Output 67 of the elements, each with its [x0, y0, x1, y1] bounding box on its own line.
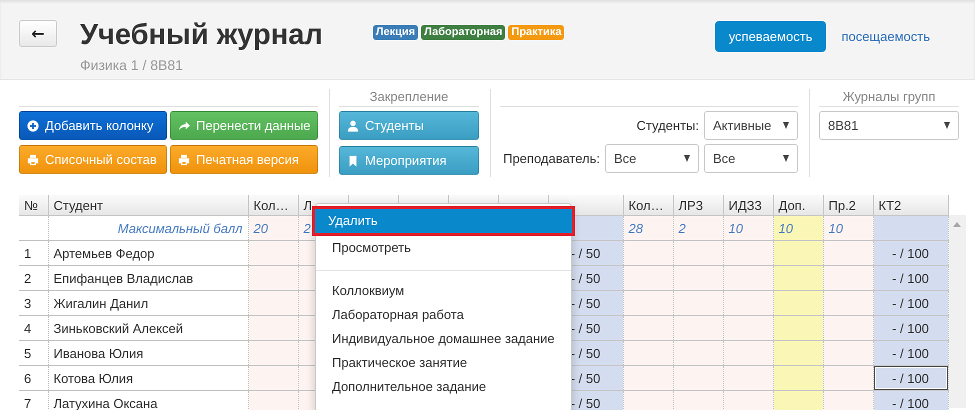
menu-item[interactable]: Практическое занятие — [316, 351, 571, 375]
group-title: Закрепление — [370, 89, 448, 104]
row-number: 5 — [24, 346, 32, 360]
select-field[interactable]: Все — [605, 144, 699, 173]
max-score-value: 20 — [254, 220, 268, 236]
share-arrow-icon — [178, 120, 190, 132]
row-number: 2 — [24, 270, 32, 286]
grade-cell[interactable]: - / 100 — [873, 390, 948, 410]
student-name: Котова Юлия — [54, 370, 134, 386]
caret-icon — [944, 122, 950, 129]
scrollbar[interactable] — [948, 215, 966, 408]
grade-cell[interactable]: - / 100 — [873, 240, 948, 266]
filter-label: Преподаватель: — [503, 151, 600, 166]
select-field[interactable]: Активные — [704, 111, 798, 140]
printer-icon — [178, 154, 190, 166]
page-subtitle: Физика 1 / 8В81 — [80, 57, 184, 73]
scroll-up-icon[interactable] — [953, 222, 961, 227]
student-name: Латухина Оксана — [54, 396, 158, 410]
menu-item[interactable]: Дополнительное задание — [316, 375, 571, 399]
caret-icon — [684, 155, 690, 162]
menu-item[interactable]: Лабораторная работа — [316, 303, 571, 327]
group-title: Журналы групп — [842, 89, 936, 104]
select-field[interactable]: Все — [704, 144, 798, 173]
max-score-label: Максимальный балл — [118, 220, 242, 236]
caret-icon — [783, 155, 789, 162]
focused-cell[interactable]: - / 100 — [873, 366, 948, 390]
legend-tag: Лабораторная — [421, 25, 506, 40]
menu-item[interactable]: Коллоквиум — [316, 279, 571, 303]
legend-tag: Лекция — [372, 25, 418, 40]
caret-icon — [783, 122, 789, 129]
student-name: Жигалин Данил — [54, 296, 148, 310]
max-score-value: 2 — [304, 220, 311, 236]
menu-item[interactable]: Удалить — [315, 209, 572, 233]
bookmark-icon — [347, 154, 359, 166]
column-header[interactable]: Студент — [54, 198, 104, 212]
row-number: 3 — [24, 296, 32, 310]
nav-tab[interactable]: посещаемость — [827, 21, 944, 52]
max-score-value: 10 — [778, 220, 793, 236]
student-name: Артемьев Федор — [54, 246, 154, 260]
plus-circle-icon — [27, 120, 39, 132]
student-name: Иванова Юлия — [54, 346, 144, 360]
student-name: Епифанцев Владислав — [54, 270, 194, 286]
legend-tag: Практика — [508, 25, 564, 40]
filter-label: Студенты: — [636, 118, 699, 133]
max-score-value: 10 — [728, 220, 743, 236]
max-score-value: 2 — [678, 220, 686, 236]
row-number: 4 — [24, 320, 32, 336]
column-header[interactable]: Л — [304, 198, 312, 212]
grade-cell[interactable]: - / 100 — [873, 316, 948, 340]
menu-item[interactable]: Индивидуальное домашнее задание — [316, 327, 571, 351]
user-icon — [347, 120, 359, 132]
max-score-value: 28 — [628, 220, 643, 236]
grade-cell[interactable]: - / 100 — [873, 290, 948, 316]
grade-cell[interactable]: - / 100 — [873, 340, 948, 366]
back-button[interactable]: ← — [19, 20, 57, 47]
row-number: 6 — [24, 370, 32, 386]
page-title: Учебный журнал — [80, 19, 323, 51]
select-field[interactable]: 8В81 — [819, 111, 959, 140]
nav-tab[interactable]: успеваемость — [714, 21, 826, 52]
student-name: Зиньковский Алексей — [54, 320, 184, 336]
row-number: 7 — [24, 396, 32, 410]
menu-item[interactable]: Просмотреть — [316, 236, 571, 260]
grade-cell[interactable]: - / 100 — [873, 266, 948, 290]
max-score-value: 10 — [828, 220, 843, 236]
printer-icon — [27, 154, 39, 166]
row-number: 1 — [24, 246, 32, 260]
action-button[interactable]: Добавить колонку — [19, 111, 167, 140]
